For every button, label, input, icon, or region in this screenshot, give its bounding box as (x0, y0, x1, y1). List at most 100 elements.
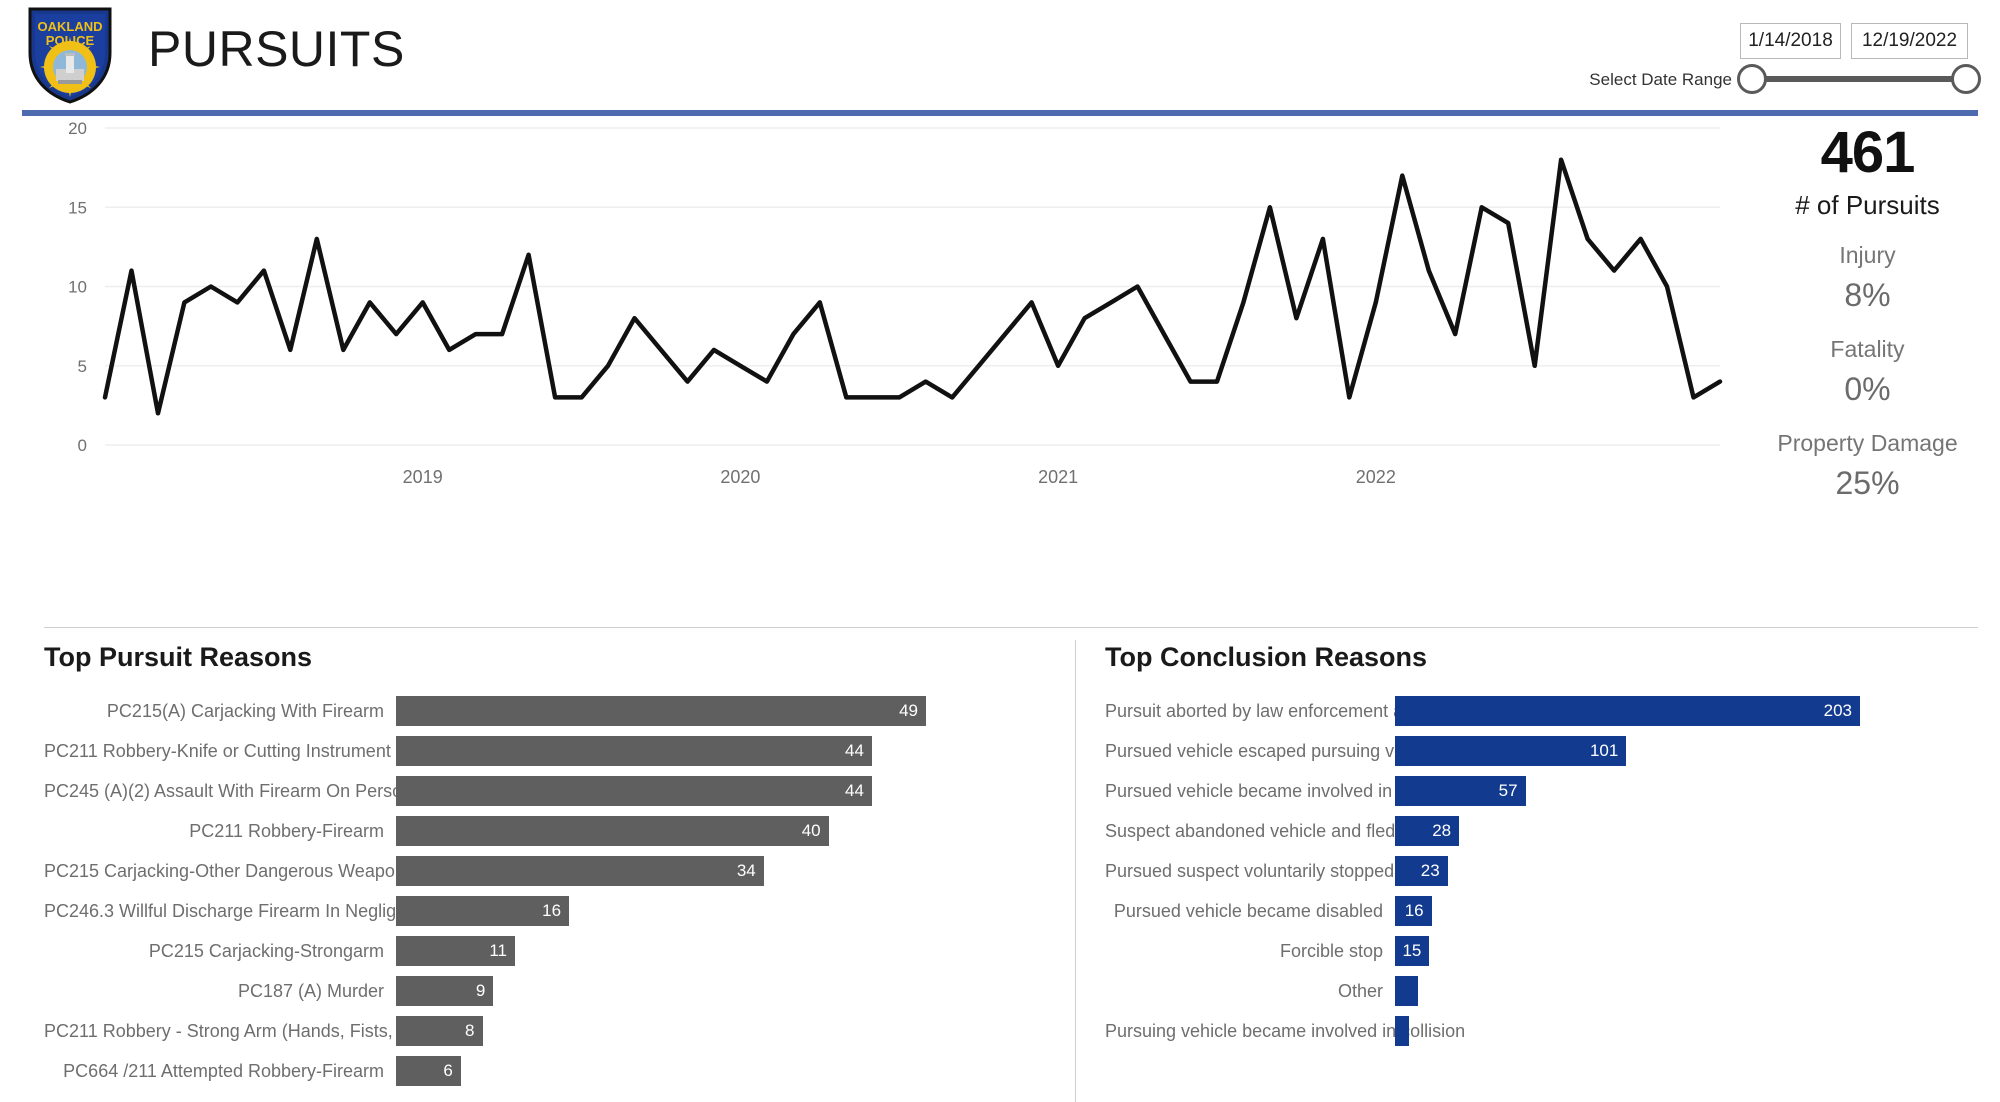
svg-text:OAKLAND: OAKLAND (38, 19, 103, 34)
chart-y-axis-ticks: 0 5 10 15 20 (68, 120, 87, 455)
bar-track: 8 (396, 1016, 1054, 1046)
bar-fill[interactable]: 8 (396, 1016, 483, 1046)
bar-fill[interactable]: 15 (1395, 936, 1430, 966)
kpi-stat-fatality: Fatality 0% (1740, 334, 1995, 410)
chart-gridlines (105, 127, 1720, 446)
bar-category-label: Other (1337, 981, 1383, 1001)
bar-fill[interactable]: 40 (396, 816, 829, 846)
bar-category-label: Pursued vehicle became involved in colli… (1105, 781, 1462, 801)
bar-track: 10 (1395, 976, 1985, 1006)
bar-fill[interactable]: 6 (396, 1056, 461, 1086)
bar-fill[interactable]: 9 (396, 976, 494, 1006)
bar-value-label: 9 (475, 981, 486, 1000)
bar-row[interactable]: PC215 Carjacking-Other Dangerous Weapon 3… (44, 856, 1054, 886)
date-range-start-input[interactable]: 1/14/2018 (1740, 23, 1841, 59)
bar-track: 101 (1395, 736, 1985, 766)
bar-category-label: PC215 Carjacking-Strongarm (148, 941, 384, 961)
bar-row[interactable]: PC664 /211 Attempted Robbery-Firearm 6 (44, 1056, 1054, 1086)
kpi-total-label: # of Pursuits (1795, 190, 1940, 220)
bar-fill[interactable]: 6 (1395, 1016, 1409, 1046)
bar-row[interactable]: Pursued suspect voluntarily stopped 23 (1105, 856, 1985, 886)
dashboard-root: OAKLAND POLICE (0, 0, 2000, 1102)
bar-value-label: 44 (844, 741, 864, 760)
bar-fill[interactable]: 44 (396, 776, 872, 806)
bar-row[interactable]: PC246.3 Willful Discharge Firearm In Neg… (44, 896, 1054, 926)
section-divider-horizontal (44, 627, 1978, 628)
date-range-end-input[interactable]: 12/19/2022 (1851, 23, 1968, 59)
bar-row[interactable]: Forcible stop 15 (1105, 936, 1985, 966)
bar-category-label: PC215(A) Carjacking With Firearm (106, 701, 384, 721)
bar-fill[interactable]: 203 (1395, 696, 1860, 726)
svg-text:20: 20 (68, 120, 87, 138)
bar-row[interactable]: Suspect abandoned vehicle and fled on fo… (1105, 816, 1985, 846)
bar-fill[interactable]: 23 (1395, 856, 1448, 886)
svg-text:5: 5 (78, 357, 87, 376)
bar-fill[interactable]: 16 (1395, 896, 1432, 926)
bar-row[interactable]: Pursued vehicle became involved in colli… (1105, 776, 1985, 806)
bar-track: 16 (1395, 896, 1985, 926)
bar-row[interactable]: PC215 Carjacking-Strongarm 11 (44, 936, 1054, 966)
bar-row[interactable]: PC215(A) Carjacking With Firearm 49 (44, 696, 1054, 726)
date-range-slider-handle-left[interactable] (1737, 64, 1767, 94)
bar-fill[interactable]: 10 (1395, 976, 1418, 1006)
bar-category-label: Forcible stop (1279, 941, 1383, 961)
bar-row[interactable]: PC211 Robbery - Strong Arm (Hands, Fists… (44, 1016, 1054, 1046)
bar-value-label: 34 (736, 861, 756, 880)
bar-row[interactable]: PC187 (A) Murder 9 (44, 976, 1054, 1006)
bar-category-label: PC211 Robbery-Firearm (189, 821, 384, 841)
bar-fill[interactable]: 34 (396, 856, 764, 886)
bar-value-label: 40 (801, 821, 821, 840)
bar-row[interactable]: PC211 Robbery-Firearm 40 (44, 816, 1054, 846)
date-range-control[interactable]: 1/14/2018 12/19/2022 Select Date Range (1552, 10, 1992, 100)
bar-track: 57 (1395, 776, 1985, 806)
kpi-stat-label: Fatality (1830, 336, 1905, 362)
section-divider-vertical (1075, 640, 1076, 1102)
svg-text:2020: 2020 (720, 467, 760, 487)
kpi-stat-injury: Injury 8% (1740, 240, 1995, 316)
svg-text:0: 0 (78, 436, 87, 455)
svg-text:2022: 2022 (1356, 467, 1396, 487)
top-conclusion-reasons-title: Top Conclusion Reasons (1105, 642, 1428, 672)
svg-text:15: 15 (68, 198, 87, 217)
bar-track: 49 (396, 696, 1054, 726)
bar-row[interactable]: Other 10 (1105, 976, 1985, 1006)
bar-category-label: PC664 /211 Attempted Robbery-Firearm (63, 1061, 384, 1081)
bar-row[interactable]: Pursued vehicle escaped pursuing vehicle… (1105, 736, 1985, 766)
bar-category-label: Pursuit aborted by law enforcement agenc… (1105, 701, 1452, 721)
kpi-total-value: 461 (1820, 120, 1916, 185)
dashboard-header: OAKLAND POLICE (0, 0, 2000, 116)
bar-row[interactable]: PC211 Robbery-Knife or Cutting Instrumen… (44, 736, 1054, 766)
bar-fill[interactable]: 49 (396, 696, 926, 726)
header-divider (22, 110, 1978, 116)
bar-fill[interactable]: 44 (396, 736, 872, 766)
bar-fill[interactable]: 28 (1395, 816, 1460, 846)
page-title: PURSUITS (148, 21, 405, 77)
bar-fill[interactable]: 11 (396, 936, 515, 966)
bar-category-label: Suspect abandoned vehicle and fled on fo… (1105, 821, 1456, 841)
pursuits-over-time-chart[interactable]: 0 5 10 15 20 2019 2020 2021 2022 (0, 120, 1730, 610)
bar-value-label: 16 (1404, 901, 1424, 920)
date-range-slider-track[interactable] (1752, 76, 1966, 82)
kpi-stat-value: 8% (1844, 277, 1891, 313)
bar-category-label: Pursuing vehicle became involved in coll… (1105, 1021, 1466, 1041)
date-range-label: Select Date Range (1589, 70, 1732, 89)
bar-value-label: 23 (1420, 861, 1440, 880)
bar-category-label: PC211 Robbery - Strong Arm (Hands, Fists… (44, 1021, 481, 1041)
bar-category-label: PC211 Robbery-Knife or Cutting Instrumen… (44, 741, 391, 761)
bar-track: 40 (396, 816, 1054, 846)
bar-fill[interactable]: 16 (396, 896, 570, 926)
kpi-stat-label: Property Damage (1777, 430, 1958, 456)
bar-value-label: 203 (1823, 701, 1852, 720)
bar-row[interactable]: Pursuing vehicle became involved in coll… (1105, 1016, 1985, 1046)
date-range-slider-handle-right[interactable] (1951, 64, 1981, 94)
bar-fill[interactable]: 57 (1395, 776, 1526, 806)
bar-fill[interactable]: 101 (1395, 736, 1627, 766)
top-pursuit-reasons-chart[interactable]: Top Pursuit Reasons PC215(A) Carjacking … (44, 640, 1054, 1102)
top-conclusion-reasons-chart[interactable]: Top Conclusion Reasons Pursuit aborted b… (1105, 640, 1985, 1102)
chart-x-axis-ticks: 2019 2020 2021 2022 (403, 467, 1396, 487)
bar-row[interactable]: PC245 (A)(2) Assault With Firearm On Per… (44, 776, 1054, 806)
bar-row[interactable]: Pursued vehicle became disabled 16 (1105, 896, 1985, 926)
bar-category-label: PC187 (A) Murder (237, 981, 384, 1001)
bar-category-label: PC215 Carjacking-Other Dangerous Weapon (44, 861, 405, 881)
bar-row[interactable]: Pursuit aborted by law enforcement agenc… (1105, 696, 1985, 726)
